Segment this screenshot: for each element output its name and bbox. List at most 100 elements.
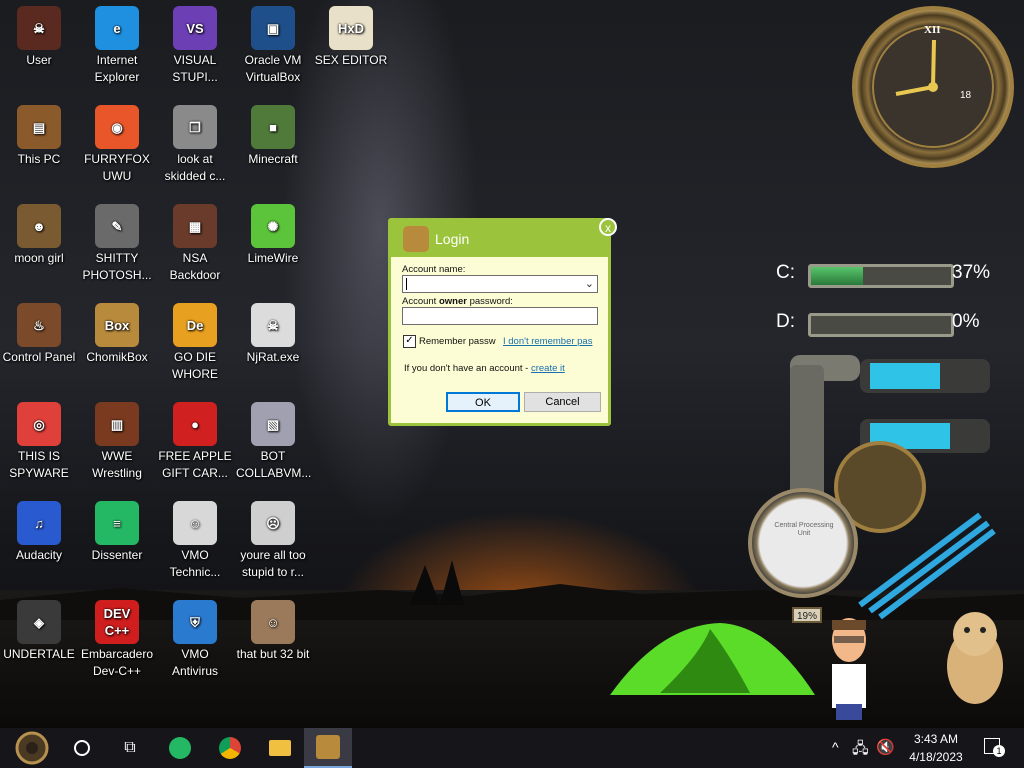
search-button[interactable] [58,728,106,768]
desktop-icon[interactable]: ☺ that but 32 bit [234,596,312,663]
desktop-icon[interactable]: ☺ VMO Technic... [156,497,234,581]
clock-time[interactable]: 3:43 AM [905,732,967,746]
remember-password-checkbox[interactable]: ✓ [403,335,416,348]
desktop-icon[interactable]: ✎ SHITTY PHOTOSH... [78,200,156,284]
desktop-icon-label: SHITTY PHOTOSH... [82,251,152,282]
desktop-icon-image: ◈ [17,600,61,644]
desktop-icon-image: ☺ [251,600,295,644]
desktop-icon[interactable]: VS VISUAL STUPI... [156,2,234,86]
desktop-icon[interactable]: ♫ Audacity [0,497,78,564]
desktop-icon-label: Embarcadero Dev-C++ [80,647,154,678]
taskbar-file-explorer[interactable] [256,728,304,768]
desktop-icon-image: ◉ [95,105,139,149]
desktop-icon-label: WWE Wrestling [92,449,142,480]
password-label: Account owner password: [402,296,513,307]
desktop-icon[interactable]: ☠ User [0,2,78,69]
desktop-icon[interactable]: ▥ WWE Wrestling [78,398,156,482]
desktop-icon[interactable]: ✺ LimeWire [234,200,312,267]
cpu-gauge-title: Central Processing Unit [774,522,834,537]
taskbar-chrome[interactable] [206,728,254,768]
chevron-up-icon[interactable]: ^ [832,739,839,755]
desktop-icon-label: youre all too stupid to r... [240,548,306,579]
desktop-icon-label: BOT COLLABVM... [236,449,312,480]
desktop-icon-image: ▥ [95,402,139,446]
chevron-down-icon[interactable]: ⌄ [585,277,594,290]
desktop-icon[interactable]: ☻ moon girl [0,200,78,267]
password-field[interactable] [402,307,598,325]
notification-count: 1 [993,745,1005,757]
desktop-icon[interactable]: ☹ youre all too stupid to r... [234,497,312,581]
desktop-icon[interactable]: ≡ Dissenter [78,497,156,564]
desktop-icon[interactable]: ♨ Control Panel [0,299,78,366]
chomikbox-icon [316,735,340,759]
remember-password-label: Remember passw [419,336,496,347]
start-button[interactable] [8,728,56,768]
desktop-icon-image: ♨ [17,303,61,347]
desktop-icon[interactable]: HxD SEX EDITOR [312,2,390,69]
desktop-icon-image: ● [173,402,217,446]
desktop-icon-label: Dissenter [91,548,143,562]
desktop-icon[interactable]: ● FREE APPLE GIFT CAR... [156,398,234,482]
desktop-icon[interactable]: ▧ BOT COLLABVM... [234,398,312,482]
desktop-icon-label: UNDERTALE [3,647,75,661]
notification-center-icon[interactable]: 1 [984,738,1005,757]
desktop-icon-image: ▤ [17,105,61,149]
close-button[interactable]: x [599,218,617,236]
task-view-button[interactable]: ⧉ [106,728,154,768]
desktop-icon-image: De [173,303,217,347]
desktop-icon-image: ☺ [173,501,217,545]
clock-numeral-top: XII [924,24,941,36]
desktop-icon[interactable]: ▦ NSA Backdoor [156,200,234,284]
desktop-icon-label: VMO Antivirus [171,647,218,678]
desktop-icon-image: ▦ [173,204,217,248]
drive-d-bar [808,313,954,337]
desktop-icon-label: SEX EDITOR [314,53,388,67]
taskbar-dissenter[interactable] [156,728,204,768]
desktop-icon-image: VS [173,6,217,50]
desktop-icon-label: VMO Technic... [169,548,221,579]
login-title-bar[interactable]: Login [391,221,608,257]
dissenter-icon [169,737,191,759]
account-name-field[interactable]: ⌄ [402,275,598,293]
desktop-icon[interactable]: ❐ look at skidded c... [156,101,234,185]
desktop-icon[interactable]: ◎ THIS IS SPYWARE [0,398,78,482]
desktop-icon[interactable]: De GO DIE WHORE [156,299,234,383]
desktop-icon[interactable]: ◈ UNDERTALE [0,596,78,663]
cancel-button[interactable]: Cancel [524,392,601,412]
desktop-icon[interactable]: ▤ This PC [0,101,78,168]
desktop-icon-label: look at skidded c... [164,152,226,183]
desktop-icon[interactable]: ⛨ VMO Antivirus [156,596,234,680]
desktop-icon[interactable]: ◉ FURRYFOX UWU [78,101,156,185]
volume-muted-icon[interactable]: 🔇 [876,738,895,756]
desktop-icon-image: ☠ [251,303,295,347]
network-icon[interactable]: 🖧 [852,738,869,763]
desktop-icon-image: ❐ [173,105,217,149]
desktop-icon[interactable]: ▣ Oracle VM VirtualBox [234,2,312,86]
desktop-icon-label: ChomikBox [86,350,148,364]
desktop-icon-label: This PC [17,152,61,166]
desktop-icon[interactable]: Box ChomikBox [78,299,156,366]
desktop-icon-image: ▧ [251,402,295,446]
desktop-icon[interactable]: ■ Minecraft [234,101,312,168]
desktop-icon-label: NSA Backdoor [169,251,221,282]
desktop-icon[interactable]: e Internet Explorer [78,2,156,86]
desktop-icon-label: Internet Explorer [94,53,140,84]
create-account-link[interactable]: create it [531,363,565,374]
desktop-icon[interactable]: ☠ NjRat.exe [234,299,312,366]
desktop-icon[interactable]: DEV C++ Embarcadero Dev-C++ [78,596,156,680]
drive-c-percent: 37% [952,262,991,283]
drive-c-label: C: [776,262,795,283]
ok-button[interactable]: OK [446,392,520,412]
desktop-icon-image: ≡ [95,501,139,545]
chomikbox-app-icon [403,226,429,252]
taskbar-chomikbox[interactable] [304,728,352,768]
chrome-icon [219,737,241,759]
forgot-password-link[interactable]: I don't remember pas [503,336,601,347]
desktop-icon-image: ☹ [251,501,295,545]
desktop-icon-label: Audacity [15,548,63,562]
clock-date[interactable]: 4/18/2023 [905,750,967,764]
desktop-icon-image: ✎ [95,204,139,248]
desktop-icon-label: VISUAL STUPI... [172,53,218,84]
desktop-icon-image: e [95,6,139,50]
text-cursor [406,278,407,290]
